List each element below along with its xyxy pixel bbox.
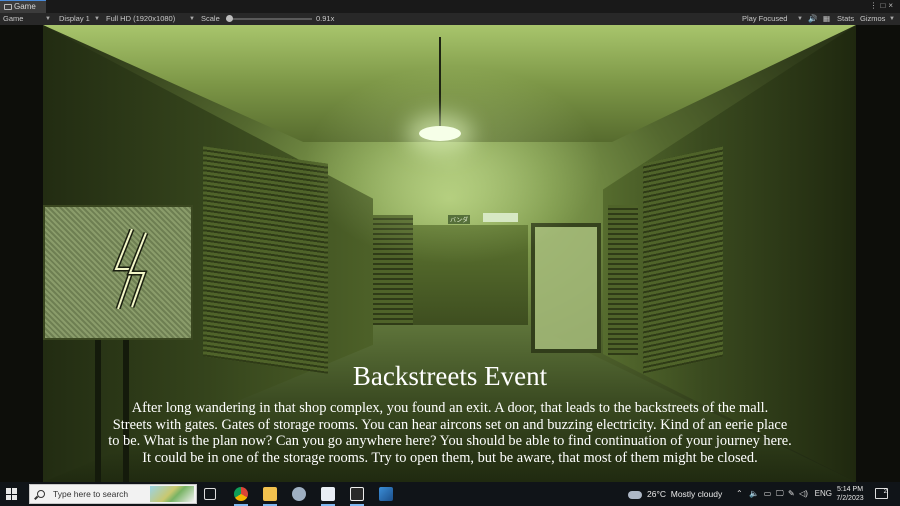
clock-time: 5:14 PM xyxy=(836,486,864,493)
system-clock[interactable]: 5:14 PM 7/2/2023 xyxy=(830,485,870,503)
editor-tab-bar: Game ⋮□× xyxy=(0,0,900,13)
close-icon[interactable]: × xyxy=(888,1,896,10)
gizmos-caret-icon[interactable]: ▼ xyxy=(889,13,895,25)
photos-icon[interactable] xyxy=(379,487,393,501)
tray-expand-icon[interactable]: ⌃ xyxy=(736,489,743,498)
event-description: After long wandering in that shop comple… xyxy=(60,400,840,466)
weather-desc: Mostly cloudy xyxy=(670,489,723,499)
sound-icon[interactable]: ◁) xyxy=(799,489,808,498)
cloud-icon xyxy=(628,490,642,499)
start-button[interactable] xyxy=(6,488,18,500)
network-icon[interactable]: 🖵 xyxy=(776,489,784,498)
windows-taskbar: Type here to search 26°C Mostly cloudy ⌃… xyxy=(0,482,900,506)
high-voltage-icon xyxy=(112,229,149,309)
shop-sign-panel xyxy=(483,213,518,222)
stats-button[interactable]: Stats xyxy=(837,13,854,25)
event-line: to be. What is the plan now? Can you go … xyxy=(108,433,792,449)
more-options-icon[interactable]: ⋮ xyxy=(869,1,880,10)
gizmos-button[interactable]: Gizmos xyxy=(860,13,885,25)
unity-icon[interactable] xyxy=(350,487,364,501)
event-line: After long wandering in that shop comple… xyxy=(131,400,769,416)
resolution-select-caret-icon[interactable]: ▼ xyxy=(189,13,195,25)
chrome-icon[interactable] xyxy=(234,487,248,501)
scale-slider-handle[interactable] xyxy=(225,15,233,22)
light-glow xyxy=(303,65,603,265)
notification-count: 2 xyxy=(883,489,887,495)
lamp-cord xyxy=(439,37,441,129)
windows-logo-icon xyxy=(6,488,11,494)
scale-label: Scale xyxy=(201,14,220,23)
pen-icon[interactable]: ✎ xyxy=(788,489,795,498)
notification-center-icon[interactable]: 2 xyxy=(875,488,888,499)
search-highlight-image xyxy=(150,486,194,502)
stats-icon[interactable]: ▦ xyxy=(823,13,830,25)
scale-value: 0.91x xyxy=(316,14,335,23)
shop-sign: バンダ xyxy=(448,215,471,224)
event-line: Streets with gates. Gates of storage roo… xyxy=(112,416,788,433)
search-icon xyxy=(37,490,45,498)
event-line: It could be in one of the storage rooms.… xyxy=(142,449,758,466)
event-title: Backstreets Event xyxy=(352,361,548,391)
ceiling-lamp xyxy=(419,126,461,141)
weather-temp: 26°C xyxy=(647,489,666,499)
system-tray: ⌃ 🔈 ▭ 🖵 ✎ ◁) ENG xyxy=(736,482,832,506)
game-viewport[interactable]: バンダ Backstreets Event After long wanderi… xyxy=(0,25,900,482)
battery-icon[interactable]: ▭ xyxy=(764,489,772,498)
tab-controls: ⋮□× xyxy=(869,1,896,10)
display-select-caret-icon[interactable]: ▼ xyxy=(94,13,100,25)
game-view-icon xyxy=(4,4,12,10)
game-tab-label: Game xyxy=(14,2,36,11)
document-app-icon[interactable] xyxy=(321,487,335,501)
storage-gate-far-right xyxy=(608,205,638,355)
weather-widget[interactable]: 26°C Mostly cloudy xyxy=(628,482,722,506)
task-view-icon[interactable] xyxy=(204,488,216,500)
game-toolbar: Game ▼ Display 1 ▼ Full HD (1920x1080) ▼… xyxy=(0,13,900,25)
mute-audio-icon[interactable]: 🔊 xyxy=(808,13,817,25)
clock-date: 7/2/2023 xyxy=(836,495,864,502)
storage-gate-right xyxy=(643,146,723,374)
taskbar-search[interactable]: Type here to search xyxy=(29,484,197,504)
play-mode-caret-icon[interactable]: ▼ xyxy=(797,13,803,25)
electrical-box xyxy=(43,205,193,340)
game-tab[interactable]: Game xyxy=(0,0,46,13)
scale-slider[interactable] xyxy=(226,18,312,20)
view-select-caret-icon[interactable]: ▼ xyxy=(45,13,51,25)
search-placeholder: Type here to search xyxy=(53,489,129,499)
volume-icon[interactable]: 🔈 xyxy=(749,489,759,498)
bird-app-icon[interactable] xyxy=(292,487,306,501)
file-explorer-icon[interactable] xyxy=(263,487,277,501)
